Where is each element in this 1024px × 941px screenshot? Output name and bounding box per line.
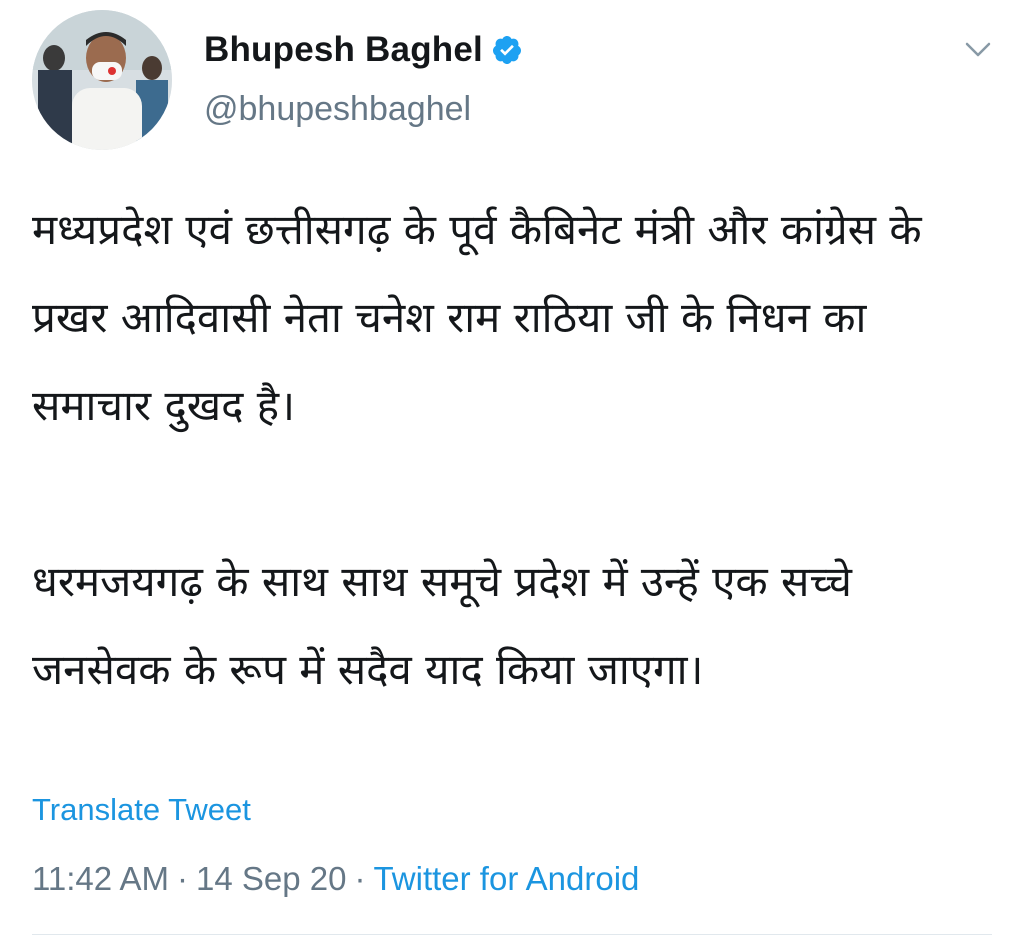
tweet-paragraph-2: धरमजयगढ़ के साथ साथ समूचे प्रदेश में उन्… [32, 557, 852, 694]
chevron-down-icon [965, 42, 991, 57]
divider [32, 934, 992, 935]
display-name[interactable]: Bhupesh Baghel [204, 30, 483, 70]
tweet-metadata: 11:42 AM · 14 Sep 20 · Twitter for Android [32, 860, 639, 898]
tweet-time[interactable]: 11:42 AM [32, 860, 169, 897]
author-handle[interactable]: @bhupeshbaghel [204, 90, 471, 129]
avatar[interactable] [32, 10, 172, 150]
tweet-text: मध्यप्रदेश एवं छत्तीसगढ़ के पूर्व कैबिने… [32, 186, 992, 714]
tweet-menu-button[interactable] [958, 30, 998, 70]
tweet-date[interactable]: 14 Sep 20 [196, 860, 346, 897]
meta-separator: · [354, 860, 366, 897]
translate-tweet-link[interactable]: Translate Tweet [32, 792, 251, 828]
avatar-photo [32, 10, 172, 150]
tweet-paragraph-1: मध्यप्रदेश एवं छत्तीसगढ़ के पूर्व कैबिने… [32, 205, 922, 430]
verified-badge-icon [492, 36, 521, 64]
tweet-source-link[interactable]: Twitter for Android [373, 860, 639, 897]
meta-separator: · [176, 860, 188, 897]
